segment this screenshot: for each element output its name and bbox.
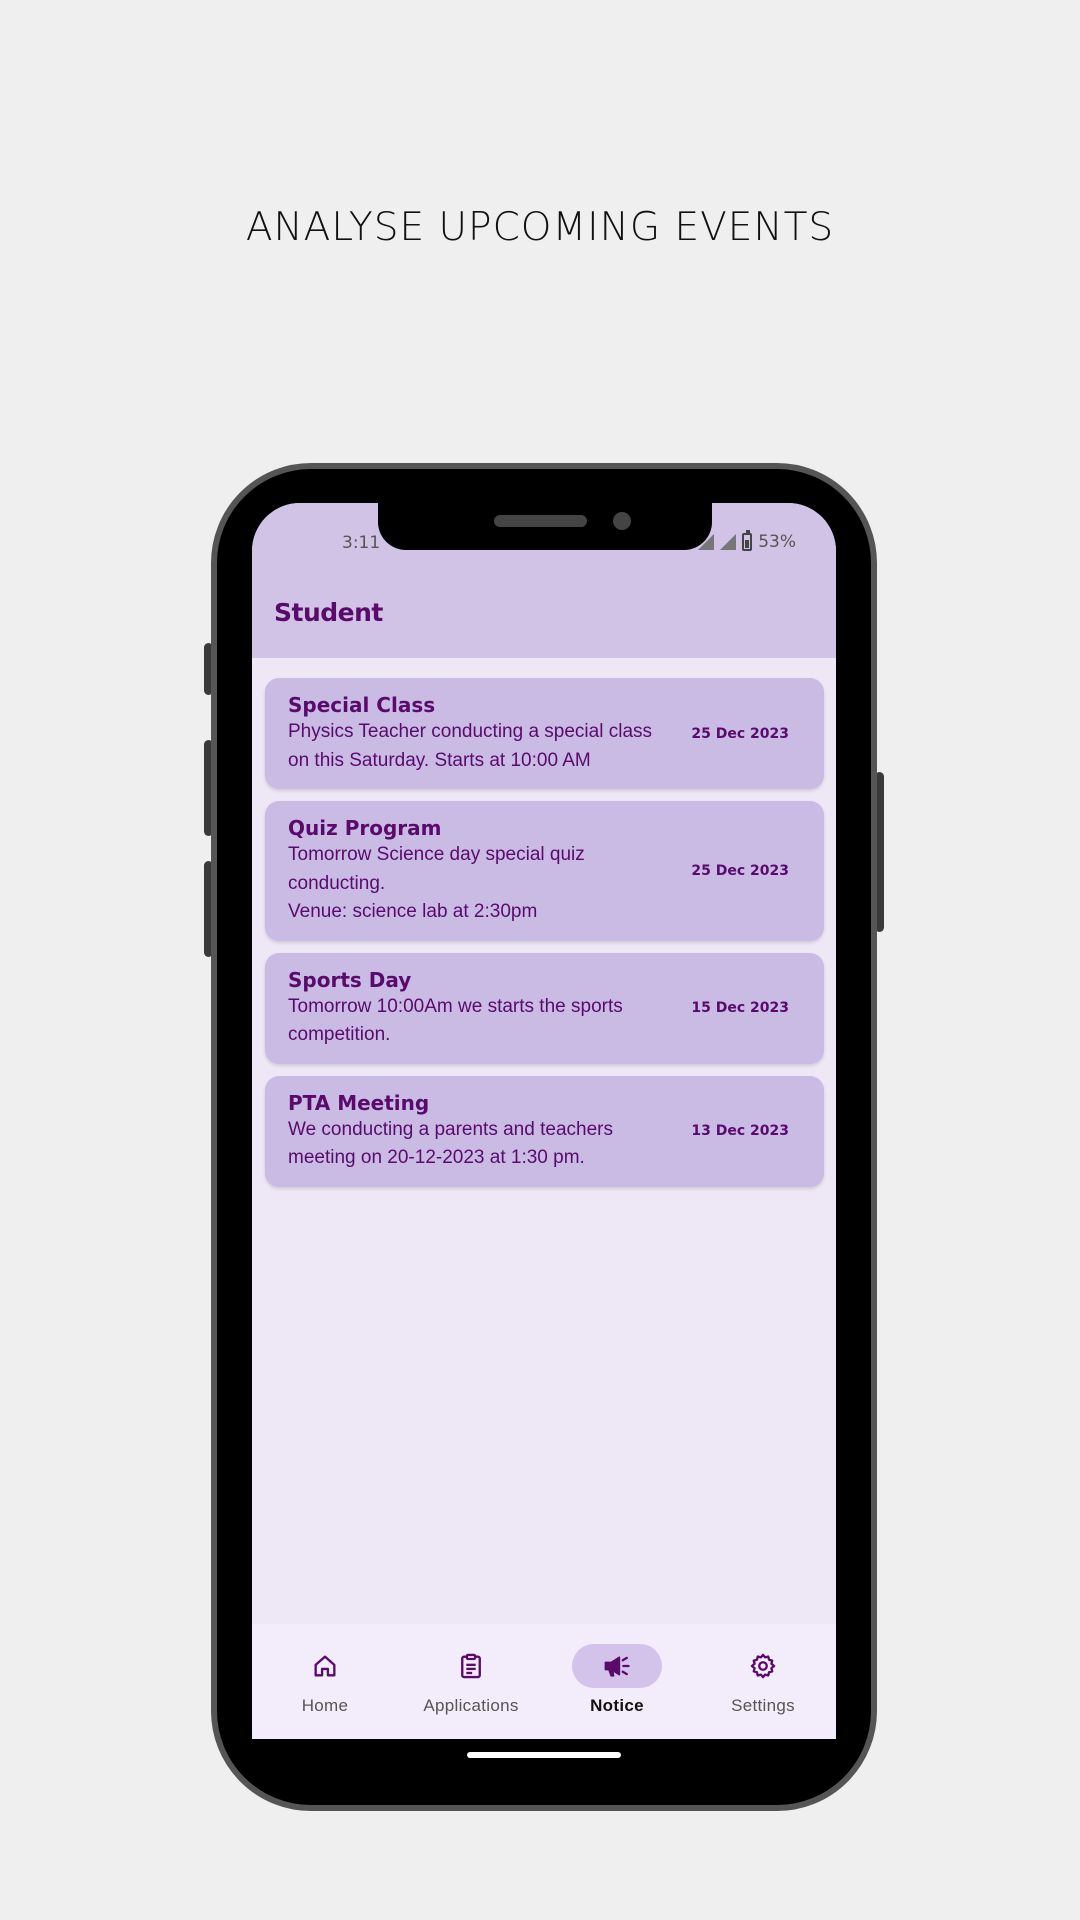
notice-title: Special Class [288, 693, 436, 717]
notice-card[interactable]: Quiz Program Tomorrow Science day specia… [265, 801, 824, 941]
notice-title: Quiz Program [288, 816, 442, 840]
nav-label: Notice [590, 1696, 644, 1715]
status-icons: 53% [698, 530, 796, 552]
notice-title: Sports Day [288, 967, 412, 992]
nav-settings[interactable]: Settings [690, 1624, 836, 1739]
cell-signal-icon [720, 534, 737, 550]
nav-label: Settings [731, 1696, 795, 1715]
gear-icon [718, 1644, 808, 1688]
nav-home[interactable]: Home [252, 1624, 398, 1739]
notice-body: Tomorrow Science day special quiz conduc… [288, 844, 585, 922]
home-icon [280, 1644, 370, 1688]
notice-card[interactable]: PTA Meeting We conducting a parents and … [265, 1075, 824, 1187]
home-indicator[interactable] [467, 1752, 621, 1758]
phone-screen: 3:11 53% Student Special Class Physics T… [252, 503, 836, 1739]
nav-applications[interactable]: Applications [398, 1624, 544, 1739]
bottom-navigation: Home Applications Notice Settings [252, 1624, 836, 1739]
nav-label: Applications [423, 1696, 519, 1715]
notice-date: 25 Dec 2023 [691, 725, 789, 742]
clipboard-icon [426, 1644, 516, 1688]
notice-body: We conducting a parents and teachers mee… [288, 1118, 613, 1169]
nav-notice[interactable]: Notice [544, 1624, 690, 1739]
notice-body: Tomorrow 10:00Am we starts the sports co… [288, 995, 623, 1046]
battery-percent: 53% [758, 532, 796, 552]
notice-date: 25 Dec 2023 [691, 862, 789, 879]
notice-card[interactable]: Special Class Physics Teacher conducting… [265, 678, 824, 789]
nav-label: Home [301, 1696, 349, 1715]
notice-title: PTA Meeting [288, 1090, 430, 1115]
notice-date: 13 Dec 2023 [691, 1123, 789, 1139]
status-time: 3:11 [342, 533, 381, 553]
megaphone-icon [572, 1644, 662, 1688]
promo-headline: ANALYSE UPCOMING EVENTS [245, 205, 835, 250]
notice-date: 15 Dec 2023 [691, 1000, 789, 1016]
battery-icon [742, 530, 753, 551]
front-camera [613, 512, 631, 530]
notice-body: Physics Teacher conducting a special cla… [288, 721, 653, 771]
notice-list: Special Class Physics Teacher conducting… [265, 678, 824, 1187]
notice-card[interactable]: Sports Day Tomorrow 10:00Am we starts th… [265, 952, 824, 1064]
phone-speaker [494, 515, 587, 527]
app-title: Student [274, 598, 383, 627]
